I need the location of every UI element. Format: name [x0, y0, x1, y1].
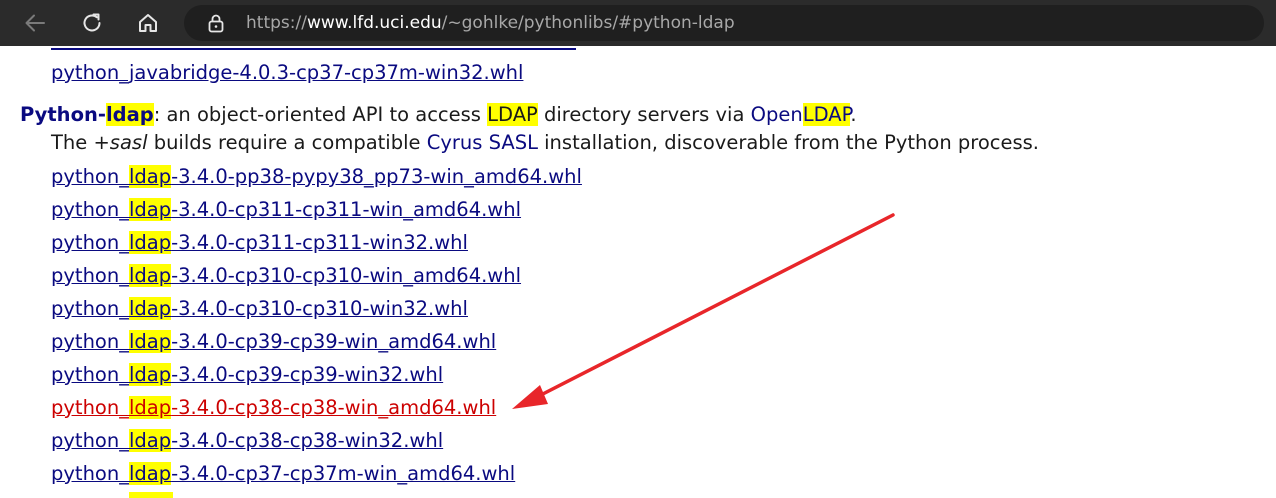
link-highlight: ldap — [128, 165, 172, 188]
download-link-row: python_ldap-3.4.0-cp39-cp39-win32.whl — [51, 362, 443, 388]
prev-package-link-row: python_javabridge-4.0.3-cp37-cp37m-win32… — [51, 60, 523, 86]
arrow-left-icon — [25, 14, 45, 32]
link-prefix: python_ — [51, 297, 129, 320]
cut-off-highlight — [129, 492, 173, 498]
prev-package-link[interactable]: python_javabridge-4.0.3-cp37-cp37m-win32… — [51, 61, 523, 84]
download-link[interactable]: python_ldap-3.4.0-cp38-cp38-win32.whl — [51, 429, 443, 452]
back-button[interactable] — [19, 7, 51, 39]
link-suffix: -3.4.0-cp311-cp311-win_amd64.whl — [171, 198, 522, 221]
package-desc-1: : an object-oriented API to access — [153, 103, 488, 126]
link-suffix: -3.4.0-cp39-cp39-win32.whl — [171, 363, 444, 386]
openldap-part: Open — [750, 103, 803, 126]
link-prefix: python_ — [51, 462, 129, 485]
package-desc-2: directory servers via — [537, 103, 751, 126]
download-link-row: python_ldap-3.4.0-cp310-cp310-win_amd64.… — [51, 263, 521, 289]
link-suffix: -3.4.0-cp38-cp38-win32.whl — [171, 429, 444, 452]
sasl-term: +sasl — [93, 131, 148, 154]
url-host: www.lfd.uci.edu — [306, 13, 442, 33]
note-part-2: builds require a compatible — [147, 131, 427, 154]
reload-icon — [83, 13, 101, 32]
download-link[interactable]: python_ldap-3.4.0-cp37-cp37m-win_amd64.w… — [51, 462, 515, 485]
link-highlight: ldap — [128, 462, 172, 485]
url-text[interactable]: https://www.lfd.uci.edu/~gohlke/pythonli… — [246, 5, 735, 41]
download-link-row: python_ldap-3.4.0-cp311-cp311-win_amd64.… — [51, 197, 521, 223]
page-content: python_javabridge-4.0.3-cp37-cp37m-win32… — [0, 46, 1276, 498]
download-link-row-visited: python_ldap-3.4.0-cp38-cp38-win_amd64.wh… — [51, 395, 496, 421]
link-suffix: -3.4.0-cp310-cp310-win32.whl — [171, 297, 468, 320]
link-suffix: -3.4.0-cp311-cp311-win32.whl — [171, 231, 468, 254]
lock-icon — [208, 14, 224, 33]
package-name[interactable]: Python-ldap — [20, 103, 154, 126]
download-link-row: python_ldap-3.4.0-cp38-cp38-win32.whl — [51, 428, 443, 454]
package-note: The +sasl builds require a compatible Cy… — [51, 130, 1039, 156]
cyrus-sasl-link[interactable]: Cyrus SASL — [427, 131, 538, 154]
package-heading: Python-ldap: an object-oriented API to a… — [20, 102, 857, 128]
link-highlight: ldap — [128, 396, 172, 419]
download-link[interactable]: python_ldap-3.4.0-cp311-cp311-win_amd64.… — [51, 198, 521, 221]
link-prefix: python_ — [51, 396, 129, 419]
link-prefix: python_ — [51, 165, 129, 188]
download-link-visited[interactable]: python_ldap-3.4.0-cp38-cp38-win_amd64.wh… — [51, 396, 496, 419]
link-highlight: ldap — [128, 363, 172, 386]
link-prefix: python_ — [51, 429, 129, 452]
link-highlight: ldap — [128, 264, 172, 287]
link-highlight: ldap — [128, 297, 172, 320]
download-link[interactable]: python_ldap-3.4.0-cp39-cp39-win32.whl — [51, 363, 443, 386]
link-highlight: ldap — [128, 198, 172, 221]
link-prefix: python_ — [51, 363, 129, 386]
note-part-1: The — [51, 131, 94, 154]
browser-toolbar: https://www.lfd.uci.edu/~gohlke/pythonli… — [0, 0, 1276, 46]
url-prefix: https:// — [246, 13, 307, 33]
ldap-highlight: LDAP — [487, 103, 538, 126]
download-link[interactable]: python_ldap-3.4.0-cp39-cp39-win_amd64.wh… — [51, 330, 496, 353]
link-suffix: -3.4.0-cp38-cp38-win_amd64.whl — [171, 396, 497, 419]
link-highlight: ldap — [128, 231, 172, 254]
package-name-highlight: ldap — [105, 103, 154, 126]
link-prefix: python_ — [51, 264, 129, 287]
package-desc-end: . — [850, 103, 857, 126]
link-suffix: -3.4.0-cp37-cp37m-win_amd64.whl — [171, 462, 516, 485]
download-link-row: python_ldap-3.4.0-cp311-cp311-win32.whl — [51, 230, 468, 256]
link-highlight: ldap — [128, 330, 172, 353]
address-bar[interactable]: https://www.lfd.uci.edu/~gohlke/pythonli… — [184, 5, 1264, 41]
link-prefix: python_ — [51, 231, 129, 254]
download-link[interactable]: python_ldap-3.4.0-cp310-cp310-win_amd64.… — [51, 264, 521, 287]
cut-off-link-underline — [51, 48, 576, 50]
download-link[interactable]: python_ldap-3.4.0-cp310-cp310-win32.whl — [51, 297, 468, 320]
download-link-row: python_ldap-3.4.0-pp38-pypy38_pp73-win_a… — [51, 164, 582, 190]
download-link[interactable]: python_ldap-3.4.0-cp311-cp311-win32.whl — [51, 231, 468, 254]
reload-button[interactable] — [76, 7, 108, 39]
link-suffix: -3.4.0-cp310-cp310-win_amd64.whl — [171, 264, 522, 287]
download-link-row: python_ldap-3.4.0-cp39-cp39-win_amd64.wh… — [51, 329, 496, 355]
note-part-3: installation, discoverable from the Pyth… — [537, 131, 1040, 154]
openldap-highlight: LDAP — [802, 103, 851, 126]
package-name-part: Python- — [20, 103, 106, 126]
link-prefix: python_ — [51, 330, 129, 353]
link-suffix: -3.4.0-pp38-pypy38_pp73-win_amd64.whl — [171, 165, 582, 188]
link-highlight: ldap — [128, 429, 172, 452]
home-button[interactable] — [132, 7, 164, 39]
home-icon — [139, 14, 157, 32]
download-link-row: python_ldap-3.4.0-cp310-cp310-win32.whl — [51, 296, 468, 322]
link-suffix: -3.4.0-cp39-cp39-win_amd64.whl — [171, 330, 497, 353]
download-link[interactable]: python_ldap-3.4.0-pp38-pypy38_pp73-win_a… — [51, 165, 582, 188]
link-prefix: python_ — [51, 198, 129, 221]
download-link-row: python_ldap-3.4.0-cp37-cp37m-win_amd64.w… — [51, 461, 515, 487]
url-path: /~gohlke/pythonlibs/#python-ldap — [441, 13, 735, 33]
openldap-link[interactable]: OpenLDAP — [751, 103, 851, 126]
